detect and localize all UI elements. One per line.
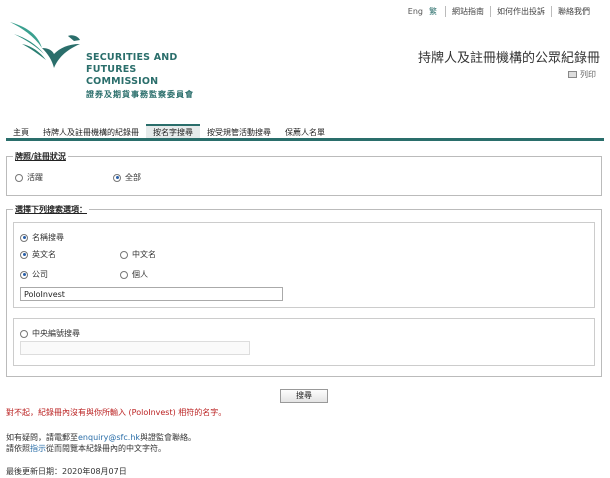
search-button[interactable]: 搜尋 xyxy=(280,389,328,403)
enquiry-text: 如有疑問，請電郵至enquiry@sfc.hk與證監會聯絡。 xyxy=(6,432,196,443)
language-traditional-chinese-link[interactable]: 繁 xyxy=(429,6,437,17)
name-search-box: 名稱搜尋 英文名 中文名 公司 個人 xyxy=(13,222,595,308)
utility-nav: Eng 繁 網站指南 如何作出投訴 聯絡我們 xyxy=(408,6,596,17)
last-updated: 最後更新日期：2020年08月07日 xyxy=(6,467,127,476)
chinese-character-instructions: 請依照指示從而閱覽本紀錄冊內的中文字符。 xyxy=(6,443,166,454)
tab-home[interactable]: 主頁 xyxy=(6,124,36,138)
status-active-radio[interactable]: 活躍 xyxy=(15,172,43,183)
main-tabs: 主頁 持牌人及註冊機構的紀錄冊 按名字搜尋 按受規管活動搜尋 保薦人名單 xyxy=(6,124,604,141)
radio-icon xyxy=(15,173,23,182)
radio-selected-icon xyxy=(113,173,121,182)
logo-chinese-name: 證券及期貨事務監察委員會 xyxy=(86,90,194,99)
english-name-radio[interactable]: 英文名 xyxy=(20,249,56,260)
logo-line-1: SECURITIES AND xyxy=(86,52,178,63)
radio-selected-icon xyxy=(20,233,28,242)
logo-line-2: FUTURES COMMISSION xyxy=(86,64,159,87)
print-label: 列印 xyxy=(580,70,596,79)
chinese-name-label: 中文名 xyxy=(132,250,156,259)
radio-icon xyxy=(20,329,28,338)
ce-number-search-radio[interactable]: 中央編號搜尋 xyxy=(20,328,80,339)
tab-register[interactable]: 持牌人及註冊機構的紀錄冊 xyxy=(36,124,146,138)
radio-selected-icon xyxy=(20,250,28,259)
individual-radio[interactable]: 個人 xyxy=(120,269,148,280)
english-name-label: 英文名 xyxy=(32,250,56,259)
enquiry-email-link[interactable]: enquiry@sfc.hk xyxy=(78,433,140,442)
status-all-radio[interactable]: 全部 xyxy=(113,172,141,183)
instructions-prefix: 請依照 xyxy=(6,444,30,453)
corporation-radio[interactable]: 公司 xyxy=(20,269,48,280)
individual-label: 個人 xyxy=(132,270,148,279)
name-search-input[interactable] xyxy=(20,287,283,301)
tab-search-by-activity[interactable]: 按受規管活動搜尋 xyxy=(200,124,278,138)
eagle-logo-icon xyxy=(10,22,80,68)
tab-search-by-name[interactable]: 按名字搜尋 xyxy=(146,124,200,138)
chinese-name-radio[interactable]: 中文名 xyxy=(120,249,156,260)
logo-text: SECURITIES AND FUTURES COMMISSION 證券及期貨事… xyxy=(86,52,208,100)
sfc-logo[interactable]: SECURITIES AND FUTURES COMMISSION 證券及期貨事… xyxy=(8,10,208,99)
status-all-label: 全部 xyxy=(125,173,141,182)
contact-us-link[interactable]: 聯絡我們 xyxy=(551,6,596,17)
name-search-label: 名稱搜尋 xyxy=(32,233,64,242)
ce-number-input[interactable] xyxy=(20,341,250,355)
radio-icon xyxy=(120,270,128,279)
complaint-link[interactable]: 如何作出投訴 xyxy=(490,6,551,17)
site-guide-link[interactable]: 網站指南 xyxy=(445,6,490,17)
license-status-legend: 牌照/註冊狀況 xyxy=(13,151,68,162)
instructions-link[interactable]: 指示 xyxy=(30,444,46,453)
ce-number-search-label: 中央編號搜尋 xyxy=(32,329,80,338)
instructions-suffix: 從而閱覽本紀錄冊內的中文字符。 xyxy=(46,444,166,453)
license-status-panel: 牌照/註冊狀況 活躍 全部 xyxy=(6,151,602,196)
language-english-link[interactable]: Eng xyxy=(408,7,423,16)
ce-search-box: 中央編號搜尋 xyxy=(13,318,595,366)
enquiry-prefix: 如有疑問，請電郵至 xyxy=(6,433,78,442)
tab-sponsor-list[interactable]: 保薦人名單 xyxy=(278,124,332,138)
radio-selected-icon xyxy=(20,270,28,279)
search-options-legend: 選擇下列搜索選項： xyxy=(13,204,89,215)
status-active-label: 活躍 xyxy=(27,173,43,182)
search-options-panel: 選擇下列搜索選項： 名稱搜尋 英文名 中文名 公司 個人 中央編號搜尋 xyxy=(6,204,602,377)
print-button[interactable]: 列印 xyxy=(568,69,596,80)
printer-icon xyxy=(568,71,577,78)
radio-icon xyxy=(120,250,128,259)
page-title: 持牌人及註冊機構的公眾紀錄冊 xyxy=(417,51,600,66)
no-result-error: 對不起，紀錄冊內沒有與你所輸入 (PoloInvest) 相符的名字。 xyxy=(6,408,227,417)
enquiry-suffix: 與證監會聯絡。 xyxy=(140,433,197,442)
corporation-label: 公司 xyxy=(32,270,48,279)
name-search-radio[interactable]: 名稱搜尋 xyxy=(20,232,64,243)
